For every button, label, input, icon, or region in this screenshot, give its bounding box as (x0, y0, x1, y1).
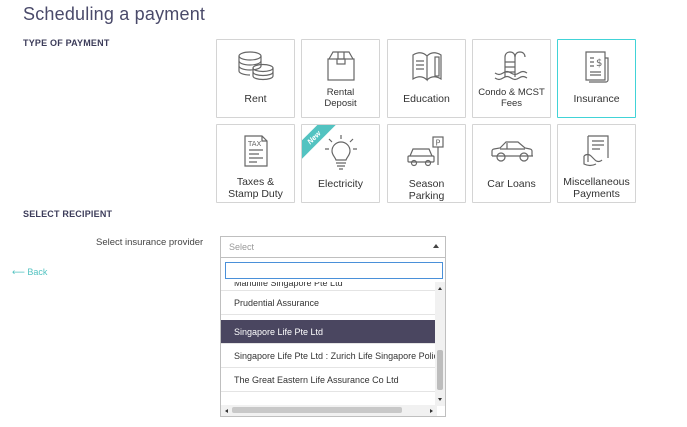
tile-misc-label: Miscellaneous Payments (560, 176, 633, 200)
tile-electricity-label: Electricity (318, 178, 363, 190)
scroll-up-arrow-icon[interactable] (438, 287, 442, 290)
insurance-provider-label: Select insurance provider (96, 237, 204, 248)
option-singapore-life[interactable]: Singapore Life Pte Ltd (221, 320, 436, 344)
tile-electricity[interactable]: New Electricity (301, 124, 380, 203)
tile-insurance-label: Insurance (573, 93, 620, 105)
tile-season-parking-label: Season Parking (408, 178, 445, 202)
scroll-thumb[interactable] (437, 350, 443, 390)
tile-misc-label-line1: Miscellaneous (563, 176, 630, 188)
tile-condo-label-line1: Condo & MCST (478, 87, 545, 98)
option-singapore-life-zurich[interactable]: Singapore Life Pte Ltd : Zurich Life Sin… (221, 344, 436, 368)
tile-condo-mcst-fees[interactable]: Condo & MCST Fees (472, 39, 551, 118)
tile-condo-label: Condo & MCST Fees (475, 87, 548, 109)
tile-misc-label-line2: Payments (573, 188, 620, 200)
box-icon (326, 51, 355, 81)
tile-education[interactable]: Education (387, 39, 466, 118)
back-link-label: Back (27, 267, 48, 277)
tile-rent[interactable]: Rent (216, 39, 295, 118)
coins-icon (237, 51, 274, 81)
tile-taxes-stamp-duty[interactable]: TAX Taxes & Stamp Duty (216, 124, 295, 203)
tile-taxes-label-line2: Stamp Duty (228, 188, 283, 200)
tile-rental-deposit[interactable]: Rental Deposit (301, 39, 380, 118)
tile-taxes-label: Taxes & Stamp Duty (219, 176, 292, 200)
tile-insurance[interactable]: $ Insurance (557, 39, 636, 118)
select-recipient-heading: SELECT RECIPIENT (23, 209, 113, 219)
back-link[interactable]: ⟵ Back (12, 267, 47, 278)
scroll-down-arrow-icon[interactable] (438, 398, 442, 401)
scroll-left-arrow-icon[interactable] (225, 409, 228, 413)
option-manulife[interactable]: Manulife Singapore Pte Ltd (221, 282, 436, 291)
car-icon (490, 141, 533, 162)
page-title: Scheduling a payment (23, 4, 206, 24)
insurance-document-icon: $ (584, 51, 609, 83)
book-icon (411, 52, 442, 82)
lightbulb-icon (324, 135, 357, 170)
tile-taxes-label-line1: Taxes & (236, 176, 275, 188)
tile-rent-label: Rent (244, 93, 267, 105)
dropdown-horizontal-scrollbar[interactable] (221, 405, 437, 416)
svg-text:$: $ (596, 58, 602, 69)
tile-rental-deposit-label: Rental Deposit (304, 87, 377, 109)
tile-rental-deposit-label-line1: Rental (326, 87, 355, 98)
insurance-provider-select[interactable]: Select (220, 236, 446, 258)
option-great-eastern[interactable]: The Great Eastern Life Assurance Co Ltd (221, 368, 436, 392)
dropdown-options-list: Manulife Singapore Pte Ltd Prudential As… (221, 282, 436, 405)
tile-miscellaneous-payments[interactable]: Miscellaneous Payments (557, 124, 636, 203)
tile-car-loans[interactable]: Car Loans (472, 124, 551, 203)
type-of-payment-heading: TYPE OF PAYMENT (23, 38, 110, 48)
tile-rental-deposit-label-line2: Deposit (324, 98, 357, 109)
scroll-right-arrow-icon[interactable] (430, 409, 433, 413)
insurance-provider-dropdown: Manulife Singapore Pte Ltd Prudential As… (220, 258, 446, 417)
tile-car-loans-label: Car Loans (487, 178, 536, 190)
svg-text:TAX: TAX (247, 140, 262, 148)
receipt-icon (582, 135, 609, 167)
select-placeholder: Select (229, 242, 255, 252)
svg-text:P: P (435, 139, 440, 148)
dropdown-search-input[interactable] (225, 262, 443, 279)
option-tokio-marine[interactable]: Tokio Marine Life Insurance Singapore Lt… (221, 397, 436, 405)
caret-up-icon (433, 244, 439, 248)
tax-document-icon: TAX (243, 135, 268, 167)
pool-ladder-icon (494, 51, 527, 81)
arrow-left-icon: ⟵ (12, 267, 25, 277)
tile-season-parking[interactable]: P Season Parking (387, 124, 466, 203)
tile-education-label: Education (403, 93, 450, 105)
option-prudential[interactable]: Prudential Assurance (221, 291, 436, 315)
dropdown-vertical-scrollbar[interactable] (435, 282, 445, 406)
parking-car-icon: P (406, 136, 444, 167)
tile-condo-label-line2: Fees (500, 98, 523, 109)
hscroll-thumb[interactable] (232, 407, 402, 413)
